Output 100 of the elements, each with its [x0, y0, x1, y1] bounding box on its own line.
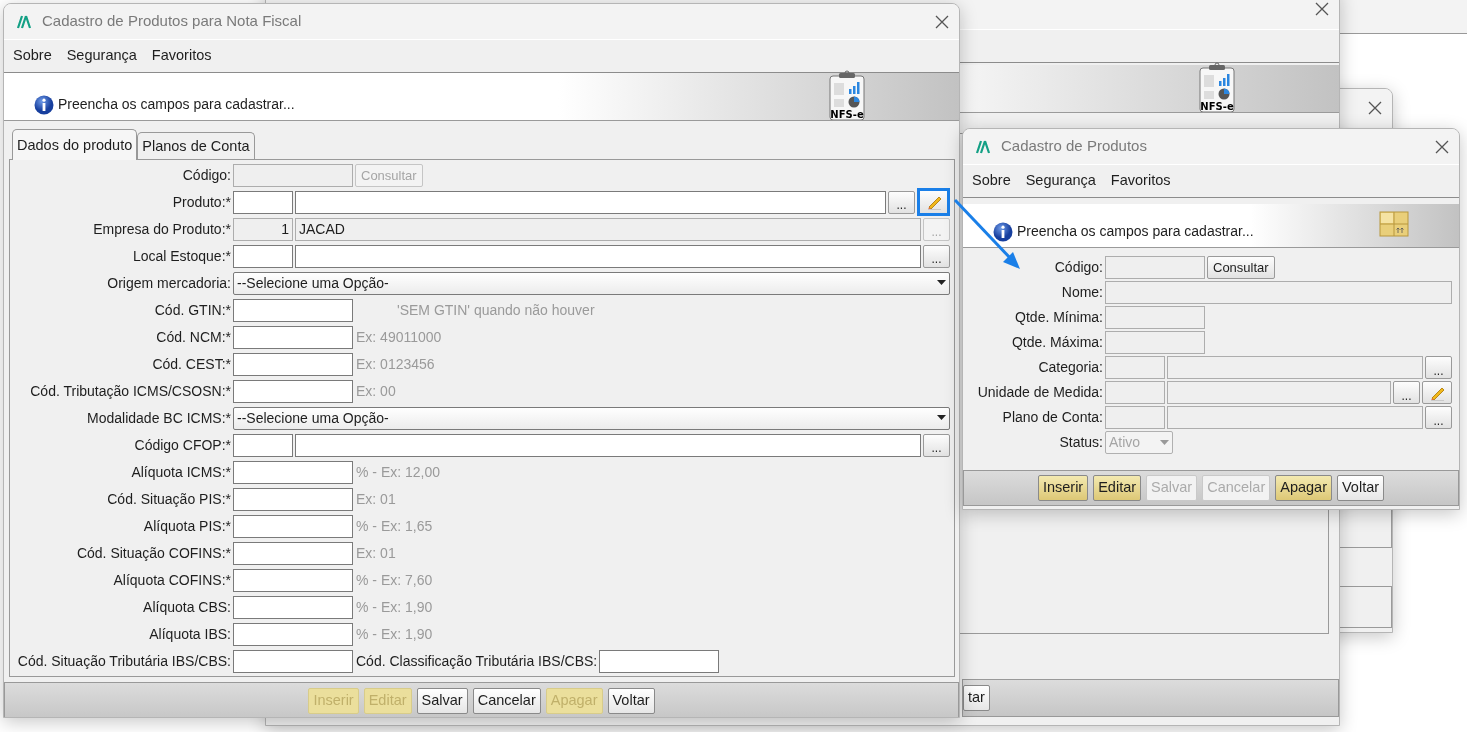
dropdown[interactable]: --Selecione uma Opção- [233, 271, 950, 295]
text-field[interactable] [233, 595, 353, 619]
browse-button[interactable]: ... [923, 244, 950, 268]
action-button[interactable]: Inserir [1037, 475, 1089, 501]
browse-button[interactable]: ... [888, 190, 915, 214]
field-label: Local Estoque:* [131, 246, 231, 266]
menu-item[interactable]: Sobre [13, 45, 52, 67]
field-label: Plano de Conta: [1001, 408, 1103, 427]
close-icon [1315, 2, 1329, 16]
tab[interactable]: Dados do produto [12, 129, 138, 160]
field-label: Cód. Situação PIS:* [106, 489, 231, 509]
action-button[interactable]: tar [963, 685, 990, 711]
field-label: Alíquota PIS:* [142, 516, 231, 536]
action-button[interactable]: Voltar [1337, 475, 1385, 501]
info-icon [34, 94, 54, 115]
lookup-button[interactable]: Consultar [1207, 256, 1275, 279]
window-title: Cadastro de Produtos para Nota Fiscal [42, 11, 303, 32]
action-button[interactable]: Editar [1093, 475, 1142, 501]
field-hint: % - Ex: 12,00 [356, 462, 441, 482]
field-label: Cód. Tributação ICMS/CSOSN:* [29, 381, 231, 401]
browse-button[interactable]: ... [1425, 356, 1452, 379]
text-field[interactable] [599, 649, 720, 673]
edit-button[interactable] [1422, 381, 1452, 404]
field-label: Modalidade BC ICMS:* [86, 408, 231, 428]
field-hint: Ex: 01 [356, 543, 396, 563]
field-label: Código: [1053, 258, 1103, 277]
field-label: Unidade de Medida: [976, 383, 1103, 402]
field-label: Cód. Situação Tributária IBS/CBS: [16, 651, 231, 671]
field-label: Código CFOP:* [133, 435, 231, 455]
code-field[interactable] [233, 244, 293, 268]
text-field[interactable] [233, 514, 353, 538]
action-button[interactable]: Apagar [1275, 475, 1332, 501]
text-field[interactable] [233, 568, 353, 592]
field-label: Qtde. Mínima: [1014, 308, 1103, 327]
info-message: Preencha os campos para cadastrar... [58, 95, 295, 114]
text-field[interactable] [233, 460, 353, 484]
field-label: Cód. Classificação Tributária IBS/CBS: [356, 651, 598, 671]
field-label: Qtde. Máxima: [1010, 333, 1103, 352]
text-field[interactable] [233, 541, 353, 565]
text-field[interactable] [233, 325, 353, 349]
action-button[interactable]: Voltar [607, 687, 655, 714]
field-label: Alíquota COFINS:* [112, 570, 231, 590]
field-hint: Ex: 01 [356, 489, 396, 509]
text-field[interactable] [295, 433, 921, 457]
edit-button[interactable] [917, 188, 950, 217]
text-field[interactable] [295, 190, 886, 214]
field-hint: % - Ex: 7,60 [356, 570, 433, 590]
boxes-icon [1379, 211, 1409, 237]
menu-item[interactable]: Segurança [66, 45, 137, 67]
annotation-arrow [953, 198, 1020, 269]
close-icon [1368, 101, 1382, 115]
action-button[interactable]: Cancelar [472, 687, 541, 714]
app-logo-icon [975, 139, 991, 154]
field-label: Cód. GTIN:* [153, 300, 231, 320]
close-icon [935, 14, 949, 29]
field-label: Código: [181, 165, 231, 185]
browse-button[interactable]: ... [1425, 406, 1452, 429]
action-button[interactable]: Salvar [416, 687, 468, 714]
field-label: Alíquota ICMS:* [130, 462, 231, 482]
field-label: Cód. NCM:* [155, 327, 231, 347]
text-field[interactable] [233, 379, 353, 403]
field-hint: % - Ex: 1,90 [356, 597, 433, 617]
menu-item[interactable]: Favoritos [1110, 170, 1171, 192]
code-field[interactable] [233, 433, 293, 457]
text-field[interactable] [233, 298, 353, 322]
info-icon [993, 221, 1013, 242]
field-label: Nome: [1060, 283, 1103, 302]
text-field[interactable] [233, 649, 353, 673]
field-hint: Ex: 0123456 [356, 354, 435, 374]
field-label: Origem mercadoria: [106, 273, 231, 293]
tab[interactable]: Planos de Conta [137, 132, 255, 160]
field-label: Alíquota IBS: [148, 624, 231, 644]
field-hint: 'SEM GTIN' quando não houver [397, 300, 595, 320]
text-field[interactable] [233, 352, 353, 376]
browse-button[interactable]: ... [923, 433, 950, 457]
field-hint: Ex: 00 [356, 381, 396, 401]
field-label: Cód. CEST:* [151, 354, 231, 374]
text-field[interactable] [233, 622, 353, 646]
close-icon [1435, 139, 1449, 154]
field-hint: Ex: 49011000 [356, 327, 442, 347]
field-hint: % - Ex: 1,90 [356, 624, 433, 644]
dropdown[interactable]: --Selecione uma Opção- [233, 406, 950, 430]
browse-button[interactable]: ... [1393, 381, 1420, 404]
field-label: Alíquota CBS: [142, 597, 231, 617]
field-label: Cód. Situação COFINS:* [75, 543, 231, 563]
caret-icon [937, 415, 946, 422]
field-label: Categoria: [1037, 358, 1103, 377]
window-title: Cadastro de Produtos [1001, 136, 1148, 157]
menu-item[interactable]: Favoritos [151, 45, 212, 67]
caret-icon [1160, 439, 1169, 446]
field-label: Produto:* [171, 192, 231, 212]
text-field[interactable] [233, 487, 353, 511]
code-field[interactable] [233, 190, 293, 214]
app-logo-icon [16, 14, 32, 29]
menu-item[interactable]: Sobre [972, 170, 1011, 192]
menu-item[interactable]: Segurança [1025, 170, 1096, 192]
field-label: Status: [1058, 433, 1103, 452]
field-hint: % - Ex: 1,65 [356, 516, 433, 536]
text-field[interactable] [295, 244, 921, 268]
field-label: Empresa do Produto:* [92, 219, 231, 239]
